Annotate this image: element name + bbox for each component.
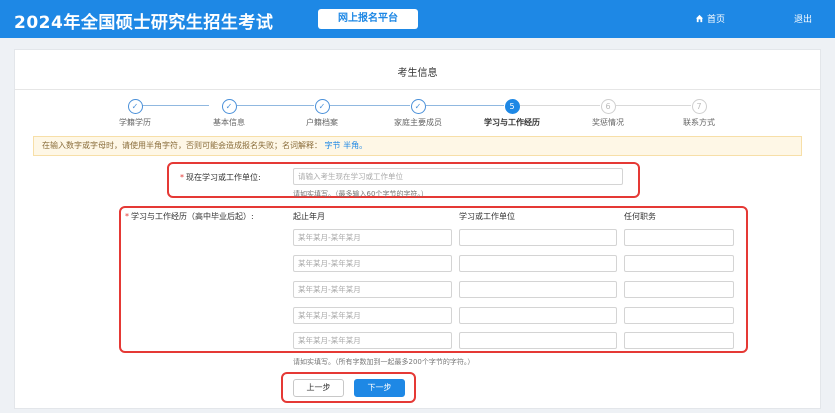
current-unit-input[interactable]: 请输入考生现在学习或工作单位 xyxy=(293,168,623,185)
step-1: ✓ 学籍学历 xyxy=(100,99,170,128)
column-header-position: 任何职务 xyxy=(624,212,656,221)
notice-text: 在输入数字或字母时，请使用半角字符，否则可能会造成报名失败；名词解释： xyxy=(42,141,322,150)
step-label: 户籍档案 xyxy=(306,118,338,127)
current-unit-label-text: 现在学习或工作单位: xyxy=(186,173,261,182)
check-icon: ✓ xyxy=(221,99,237,114)
current-unit-hint: 请如实填写。（最多输入60个字节的字符。） xyxy=(293,190,428,198)
step-5: 5 学习与工作经历 xyxy=(477,99,547,128)
step-number: 6 xyxy=(600,99,616,114)
notice-bar: 在输入数字或字母时，请使用半角字符，否则可能会造成报名失败；名词解释： 字节 半… xyxy=(33,136,802,156)
step-4: ✓ 家庭主要成员 xyxy=(383,99,453,128)
unit-input[interactable] xyxy=(459,281,617,298)
unit-input[interactable] xyxy=(459,332,617,349)
step-label: 联系方式 xyxy=(683,118,715,127)
step-label: 奖惩情况 xyxy=(592,118,624,127)
logout-link[interactable]: 退出 xyxy=(794,12,812,25)
check-icon: ✓ xyxy=(127,99,143,114)
title-divider xyxy=(15,89,820,90)
step-number: 5 xyxy=(504,99,520,114)
period-input[interactable]: 某年某月-某年某月 xyxy=(293,281,452,298)
step-2: ✓ 基本信息 xyxy=(194,99,264,128)
history-label: * 学习与工作经历（高中毕业后起）: xyxy=(125,211,254,222)
check-icon: ✓ xyxy=(410,99,426,114)
period-input[interactable]: 某年某月-某年某月 xyxy=(293,229,452,246)
step-label: 基本信息 xyxy=(213,118,245,127)
exam-title: 2024年全国硕士研究生招生考试 xyxy=(14,13,274,33)
column-header-unit: 学习或工作单位 xyxy=(459,212,515,221)
step-6: 6 奖惩情况 xyxy=(573,99,643,128)
position-input[interactable] xyxy=(624,229,734,246)
required-mark: * xyxy=(180,173,184,182)
column-header-period: 起止年月 xyxy=(293,212,325,221)
step-7: 7 联系方式 xyxy=(664,99,734,128)
page-title: 考生信息 xyxy=(397,68,438,79)
home-label: 首页 xyxy=(707,15,726,25)
current-unit-label: * 现在学习或工作单位: xyxy=(180,172,261,183)
position-input[interactable] xyxy=(624,332,734,349)
period-input[interactable]: 某年某月-某年某月 xyxy=(293,332,452,349)
position-input[interactable] xyxy=(624,307,734,324)
check-icon: ✓ xyxy=(314,99,330,114)
step-label: 学籍学历 xyxy=(119,118,151,127)
top-header: 2024年全国硕士研究生招生考试 网上报名平台 首页 退出 xyxy=(0,0,835,38)
platform-tag: 网上报名平台 xyxy=(318,9,418,29)
history-hint: 请如实填写。（所有字数加到一起最多200个字节的字符。） xyxy=(293,358,475,366)
step-number: 7 xyxy=(691,99,707,114)
position-input[interactable] xyxy=(624,255,734,272)
byte-link[interactable]: 字节 xyxy=(325,141,341,150)
prev-step-button[interactable]: 上一步 xyxy=(293,379,344,397)
unit-input[interactable] xyxy=(459,255,617,272)
step-label: 学习与工作经历 xyxy=(484,118,540,127)
halfwidth-link[interactable]: 半角。 xyxy=(343,141,367,150)
unit-input[interactable] xyxy=(459,307,617,324)
period-input[interactable]: 某年某月-某年某月 xyxy=(293,307,452,324)
home-icon xyxy=(695,14,704,23)
unit-input[interactable] xyxy=(459,229,617,246)
period-input[interactable]: 某年某月-某年某月 xyxy=(293,255,452,272)
position-input[interactable] xyxy=(624,281,734,298)
step-3: ✓ 户籍档案 xyxy=(287,99,357,128)
step-label: 家庭主要成员 xyxy=(394,118,442,127)
home-link[interactable]: 首页 xyxy=(695,12,725,25)
history-label-text: 学习与工作经历（高中毕业后起）: xyxy=(131,212,254,221)
required-mark: * xyxy=(125,212,129,221)
next-step-button[interactable]: 下一步 xyxy=(354,379,405,397)
